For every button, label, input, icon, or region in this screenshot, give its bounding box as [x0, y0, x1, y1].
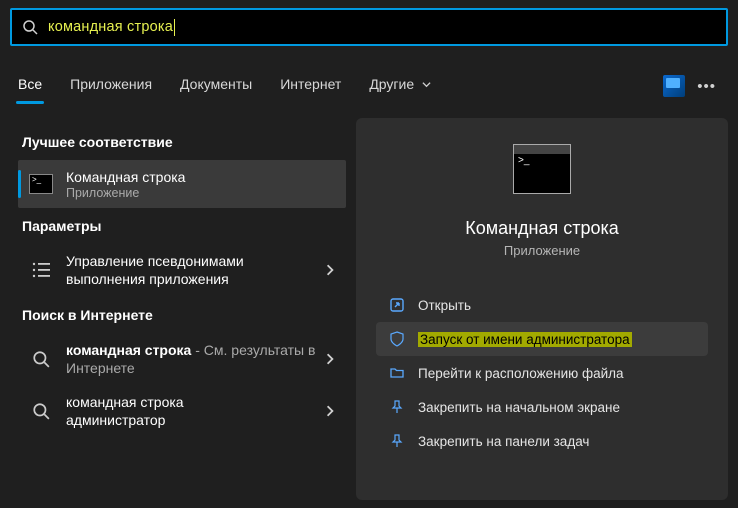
result-title: командная строка — [66, 393, 316, 411]
tab-more[interactable]: Другие — [367, 70, 433, 102]
action-label: Открыть — [418, 298, 471, 313]
preview-subtitle: Приложение — [504, 243, 580, 258]
action-label: Перейти к расположению файла — [418, 366, 624, 381]
search-icon — [28, 398, 54, 424]
search-icon — [28, 346, 54, 372]
search-input[interactable]: командная строка — [48, 19, 716, 36]
chevron-right-icon — [324, 405, 336, 417]
settings-list-icon — [28, 257, 54, 283]
action-label: Закрепить на панели задач — [418, 434, 589, 449]
action-pin-taskbar[interactable]: Закрепить на панели задач — [376, 424, 708, 458]
command-prompt-large-icon — [513, 144, 571, 194]
command-prompt-icon — [28, 171, 54, 197]
settings-header: Параметры — [22, 218, 346, 234]
tab-apps[interactable]: Приложения — [68, 70, 154, 102]
search-bar[interactable]: командная строка — [10, 8, 728, 46]
preview-title: Командная строка — [465, 218, 619, 239]
tab-all[interactable]: Все — [16, 70, 44, 102]
action-run-as-admin[interactable]: Запуск от имени администратора — [376, 322, 708, 356]
result-web-search-2[interactable]: командная строка администратор — [18, 385, 346, 437]
shield-icon — [388, 330, 406, 348]
action-open[interactable]: Открыть — [376, 288, 708, 322]
chevron-right-icon — [324, 353, 336, 365]
best-match-header: Лучшее соответствие — [22, 134, 346, 150]
result-alias-settings[interactable]: Управление псевдонимами выполнения прило… — [18, 244, 346, 296]
result-best-match[interactable]: Командная строка Приложение — [18, 160, 346, 208]
search-icon — [22, 19, 38, 35]
results-panel: Лучшее соответствие Командная строка При… — [10, 118, 346, 500]
result-title: Управление псевдонимами — [66, 252, 316, 270]
action-open-location[interactable]: Перейти к расположению файла — [376, 356, 708, 390]
tab-documents[interactable]: Документы — [178, 70, 254, 102]
result-web-search-1[interactable]: командная строка - См. результаты в Инте… — [18, 333, 346, 385]
pin-icon — [388, 432, 406, 450]
folder-icon — [388, 364, 406, 382]
profile-avatar[interactable] — [663, 75, 685, 97]
result-title-line2: выполнения приложения — [66, 270, 316, 288]
open-icon — [388, 296, 406, 314]
result-title: Командная строка — [66, 168, 336, 186]
preview-panel: Командная строка Приложение Открыть Запу… — [356, 118, 728, 500]
pin-icon — [388, 398, 406, 416]
tab-internet[interactable]: Интернет — [278, 70, 343, 102]
result-title: командная строка - См. результаты в Инте… — [66, 341, 316, 377]
result-subtitle: Приложение — [66, 186, 336, 200]
result-title-line2: администратор — [66, 411, 316, 429]
actions-list: Открыть Запуск от имени администратора П… — [376, 288, 708, 458]
chevron-right-icon — [324, 264, 336, 276]
more-options-button[interactable]: ••• — [697, 78, 716, 95]
web-search-header: Поиск в Интернете — [22, 307, 346, 323]
action-label: Запуск от имени администратора — [418, 332, 632, 347]
tabs-bar: Все Приложения Документы Интернет Другие… — [0, 66, 738, 106]
chevron-down-icon — [422, 80, 431, 89]
action-label: Закрепить на начальном экране — [418, 400, 620, 415]
action-pin-start[interactable]: Закрепить на начальном экране — [376, 390, 708, 424]
